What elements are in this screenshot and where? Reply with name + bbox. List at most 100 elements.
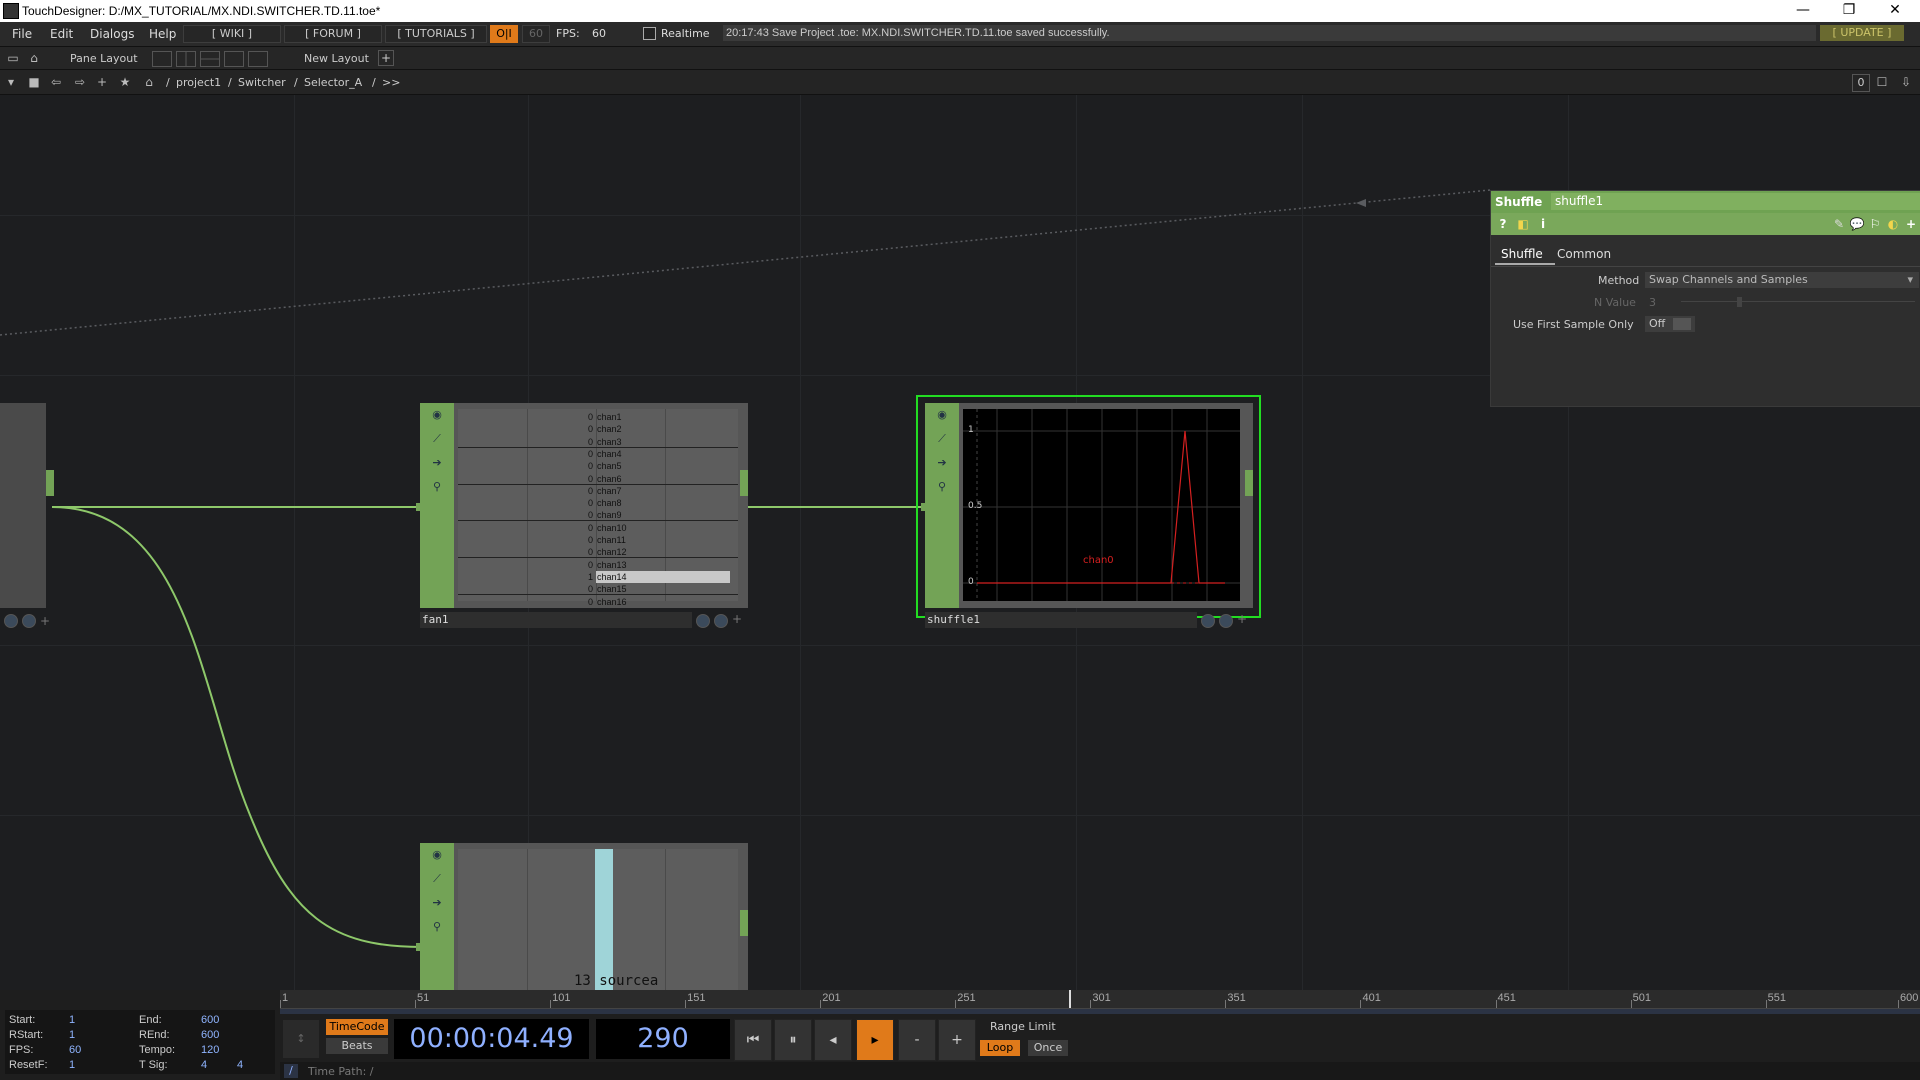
pane-id-field[interactable]: 0 bbox=[1852, 74, 1870, 92]
playhead[interactable] bbox=[1069, 990, 1071, 1008]
close-button[interactable]: ✕ bbox=[1872, 0, 1918, 22]
resetf-value[interactable]: 1 bbox=[69, 1059, 75, 1071]
wave-icon[interactable]: ⟋ bbox=[429, 431, 445, 447]
range-bar[interactable] bbox=[280, 1009, 1920, 1014]
lock-icon[interactable]: ⚲ bbox=[429, 479, 445, 495]
node-flag-icon[interactable] bbox=[4, 614, 18, 628]
viewer-icon[interactable]: ◉ bbox=[429, 407, 445, 423]
menu-file[interactable]: File bbox=[12, 27, 32, 41]
info-icon[interactable]: i bbox=[1535, 216, 1551, 232]
rend-value[interactable]: 600 bbox=[201, 1029, 219, 1041]
tsig-denominator[interactable]: 4 bbox=[237, 1059, 243, 1071]
timecode-button[interactable]: TimeCode bbox=[326, 1019, 388, 1035]
nvalue-field[interactable]: 3 bbox=[1649, 296, 1656, 309]
menu-help[interactable]: Help bbox=[149, 27, 176, 41]
end-value[interactable]: 600 bbox=[201, 1014, 219, 1026]
once-button[interactable]: Once bbox=[1028, 1040, 1068, 1056]
timeline-ruler[interactable]: 1 51 101 151 201 251 301 351 401 451 501 551 600 bbox=[280, 990, 1920, 1009]
path-more[interactable]: >> bbox=[382, 76, 400, 89]
loop-button[interactable]: Loop bbox=[980, 1040, 1020, 1056]
add-param-icon[interactable]: + bbox=[1903, 216, 1919, 232]
new-layout-button[interactable]: + bbox=[378, 50, 394, 66]
python-help-icon[interactable]: ◧ bbox=[1515, 216, 1531, 232]
shuffle1-input-connector[interactable] bbox=[921, 503, 929, 511]
wave-icon[interactable]: ⟋ bbox=[934, 431, 950, 447]
fan1-node[interactable]: ◉ ⟋ ➔ ⚲ 0 chan1 0 chan2 0 chan3 0 chan4 0 chan5 0 c… bbox=[416, 403, 748, 608]
bypass-icon[interactable]: ⚐ bbox=[1867, 216, 1883, 232]
node-flag-icon[interactable] bbox=[696, 614, 710, 628]
export-arrow-icon[interactable]: ➔ bbox=[429, 455, 445, 471]
chevron-down-icon[interactable]: ▾ bbox=[3, 74, 19, 90]
minimize-button[interactable]: — bbox=[1780, 0, 1826, 22]
path-root[interactable]: / bbox=[166, 76, 170, 89]
beats-button[interactable]: Beats bbox=[326, 1038, 388, 1054]
nvalue-slider-handle[interactable] bbox=[1737, 297, 1742, 307]
shuffle1-output-connector[interactable] bbox=[1245, 470, 1253, 496]
rstart-value[interactable]: 1 bbox=[69, 1029, 75, 1041]
export-arrow-icon[interactable]: ➔ bbox=[429, 895, 445, 911]
frame-display[interactable]: 290 bbox=[596, 1019, 730, 1059]
add-icon[interactable]: + bbox=[94, 74, 110, 90]
star-icon[interactable]: ★ bbox=[117, 74, 133, 90]
restore-button[interactable]: ❐ bbox=[1826, 0, 1872, 22]
update-button[interactable]: [ UPDATE ] bbox=[1820, 25, 1904, 41]
export-arrow-icon[interactable]: ➔ bbox=[934, 455, 950, 471]
fan1-output-connector[interactable] bbox=[740, 470, 748, 496]
fps-value[interactable]: 60 bbox=[69, 1044, 81, 1056]
wiki-button[interactable]: [ WIKI ] bbox=[183, 25, 281, 43]
tempo-value[interactable]: 120 bbox=[201, 1044, 219, 1056]
home-icon[interactable]: ⌂ bbox=[141, 74, 157, 90]
lock-icon[interactable]: ⚲ bbox=[429, 919, 445, 935]
pane-icon[interactable]: ▭ bbox=[5, 50, 21, 66]
forward-arrow-icon[interactable]: ⇨ bbox=[72, 74, 88, 90]
source-input-connector[interactable] bbox=[416, 943, 424, 951]
node-plus-icon[interactable]: + bbox=[40, 614, 50, 628]
layout-single-icon[interactable] bbox=[152, 51, 172, 67]
step-back-icon[interactable]: ◂ bbox=[814, 1019, 852, 1061]
tsig-numerator[interactable]: 4 bbox=[201, 1059, 207, 1071]
fan1-input-connector[interactable] bbox=[416, 503, 424, 511]
layout-three-icon[interactable] bbox=[224, 51, 244, 67]
step-minus-button[interactable]: - bbox=[898, 1019, 936, 1061]
node-plus-icon[interactable]: + bbox=[732, 612, 742, 626]
node-flag-icon[interactable] bbox=[22, 614, 36, 628]
stop-icon[interactable]: ■ bbox=[26, 74, 42, 90]
menu-edit[interactable]: Edit bbox=[50, 27, 73, 41]
nvalue-slider[interactable] bbox=[1681, 301, 1915, 302]
method-dropdown[interactable]: Swap Channels and Samples ▾ bbox=[1645, 272, 1919, 288]
forum-button[interactable]: [ FORUM ] bbox=[284, 25, 382, 43]
source-node[interactable]: ◉ ⟋ ➔ ⚲ 13 sourcea bbox=[416, 843, 748, 990]
layout-four-icon[interactable] bbox=[248, 51, 268, 67]
node-flag-icon[interactable] bbox=[1201, 614, 1215, 628]
rewind-icon[interactable]: ⏮ bbox=[734, 1019, 772, 1061]
node-flag-icon[interactable] bbox=[714, 614, 728, 628]
fan1-name-label[interactable]: fan1 bbox=[420, 612, 692, 628]
pane-options-icon[interactable]: ⇩ bbox=[1898, 74, 1914, 90]
source-output-connector[interactable] bbox=[740, 910, 748, 936]
pause-icon[interactable]: ⏸ bbox=[774, 1019, 812, 1061]
home-pane-icon[interactable]: ⌂ bbox=[26, 50, 42, 66]
time-path-slash[interactable]: / bbox=[284, 1064, 298, 1078]
start-value[interactable]: 1 bbox=[69, 1014, 75, 1026]
step-plus-button[interactable]: + bbox=[938, 1019, 976, 1061]
node-plus-icon[interactable]: + bbox=[1237, 612, 1247, 626]
op-name-field[interactable]: shuffle1 bbox=[1551, 193, 1920, 210]
node-flag-icon[interactable] bbox=[1219, 614, 1233, 628]
network-editor[interactable]: + ◉ ⟋ ➔ ⚲ 0 chan1 0 chan2 0 chan3 0 chan4 0 chan5… bbox=[0, 95, 1920, 990]
shuffle1-node[interactable]: ◉ ⟋ ➔ ⚲ 1 0.5 0 chan0 bbox=[921, 403, 1253, 608]
path-switcher[interactable]: Switcher bbox=[238, 76, 286, 89]
use-first-sample-toggle[interactable]: Off bbox=[1645, 316, 1695, 332]
help-icon[interactable]: ? bbox=[1495, 216, 1511, 232]
edit-pencil-icon[interactable]: ✎ bbox=[1831, 216, 1847, 232]
layout-split-horizontal-icon[interactable] bbox=[200, 51, 220, 67]
menu-dialogs[interactable]: Dialogs bbox=[90, 27, 134, 41]
path-selector-a[interactable]: Selector_A bbox=[304, 76, 362, 89]
cook-toggle-button[interactable]: O|I bbox=[490, 25, 518, 43]
lock-icon[interactable]: ⚲ bbox=[934, 479, 950, 495]
back-arrow-icon[interactable]: ⇦ bbox=[48, 74, 64, 90]
tutorials-button[interactable]: [ TUTORIALS ] bbox=[385, 25, 487, 43]
maximize-pane-icon[interactable]: ☐ bbox=[1874, 74, 1890, 90]
viewer-icon[interactable]: ◉ bbox=[934, 407, 950, 423]
realtime-checkbox[interactable] bbox=[643, 27, 656, 40]
output-connector[interactable] bbox=[46, 470, 54, 496]
